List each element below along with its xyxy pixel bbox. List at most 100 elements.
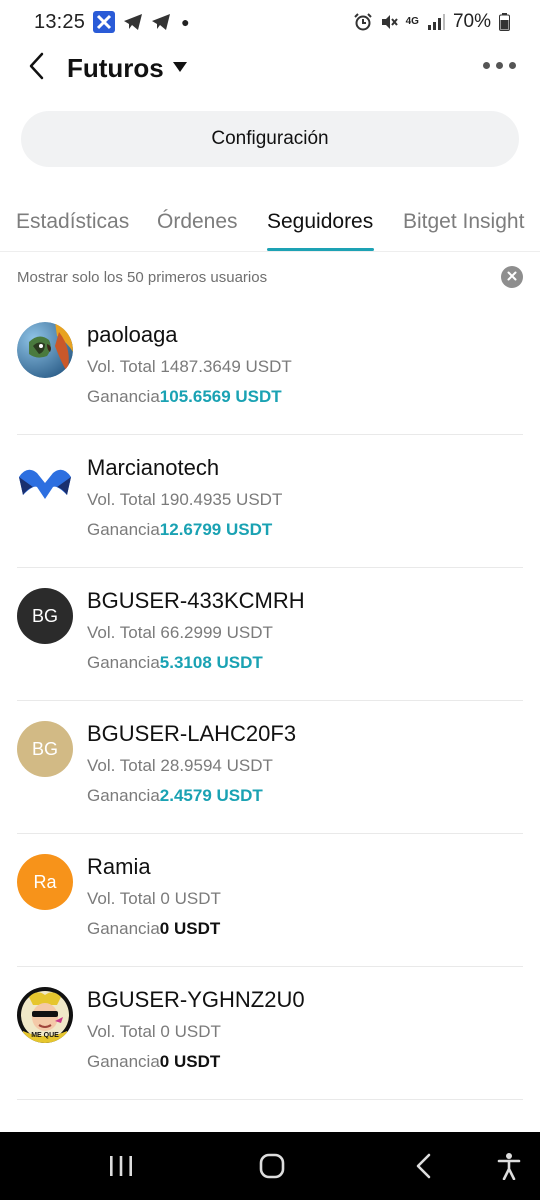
header: Futuros xyxy=(0,44,540,92)
profit-label: Ganancia xyxy=(87,520,160,539)
follower-info: BGUSER-LAHC20F3 Vol. Total 28.9594 USDT … xyxy=(87,721,296,807)
follower-row[interactable]: BG BGUSER-LAHC20F3 Vol. Total 28.9594 US… xyxy=(17,701,523,834)
tab-seguidores[interactable]: Seguidores xyxy=(267,210,373,234)
profit-label: Ganancia xyxy=(87,653,160,672)
profit-label: Ganancia xyxy=(87,919,160,938)
volume-label: Vol. Total xyxy=(87,357,156,376)
caret-down-icon xyxy=(172,60,188,78)
config-button[interactable]: Configuración xyxy=(21,111,519,167)
status-bar-right: 4G 70% xyxy=(353,11,510,33)
alarm-icon xyxy=(353,13,372,31)
status-bar-left: 13:25 ● xyxy=(34,11,190,34)
profit-value: 0 USDT xyxy=(159,1052,221,1071)
avatar: BG xyxy=(17,588,73,644)
tab-estadisticas[interactable]: Estadísticas xyxy=(16,210,129,234)
avatar: ME QUE xyxy=(17,987,73,1043)
m-logo-icon xyxy=(19,469,71,499)
status-time: 13:25 xyxy=(34,10,86,33)
battery-icon xyxy=(499,13,510,31)
tab-bitget-insight[interactable]: Bitget Insight xyxy=(403,210,524,234)
avatar: Ra xyxy=(17,854,73,910)
follower-profit: Ganancia0 USDT xyxy=(87,918,221,940)
system-nav-bar xyxy=(0,1132,540,1200)
follower-info: paoloaga Vol. Total 1487.3649 USDT Ganan… xyxy=(87,322,292,408)
volume-value: 66.2999 USDT xyxy=(160,623,273,642)
follower-profit: Ganancia0 USDT xyxy=(87,1051,305,1073)
more-dots-icon xyxy=(496,62,503,69)
follower-row[interactable]: Marcianotech Vol. Total 190.4935 USDT Ga… xyxy=(17,435,523,568)
page-title: Futuros xyxy=(67,53,164,83)
volume-value: 0 USDT xyxy=(160,889,221,908)
follower-volume: Vol. Total 0 USDT xyxy=(87,1021,305,1043)
meme-cartoon-icon: ME QUE xyxy=(18,988,72,1043)
accessibility-icon xyxy=(497,1153,521,1184)
more-dots-icon xyxy=(483,62,490,69)
app-x-icon xyxy=(93,11,116,33)
svg-text:ME QUE: ME QUE xyxy=(31,1032,59,1039)
tab-ordenes[interactable]: Órdenes xyxy=(157,210,238,234)
back-icon xyxy=(414,1153,432,1183)
notification-dot-icon: ● xyxy=(181,14,190,30)
follower-profit: Ganancia105.6569 USDT xyxy=(87,386,292,408)
parrot-photo-icon xyxy=(17,322,73,378)
profit-value: 12.6799 USDT xyxy=(159,520,273,539)
follower-info: Ramia Vol. Total 0 USDT Ganancia0 USDT xyxy=(87,854,221,940)
follower-profit: Ganancia5.3108 USDT xyxy=(87,652,305,674)
volume-value: 190.4935 USDT xyxy=(160,490,283,509)
follower-volume: Vol. Total 66.2999 USDT xyxy=(87,622,305,644)
profit-value: 5.3108 USDT xyxy=(159,653,263,672)
avatar xyxy=(17,322,73,378)
profit-value: 2.4579 USDT xyxy=(159,786,263,805)
profit-label: Ganancia xyxy=(87,387,160,406)
chevron-left-icon xyxy=(28,52,44,85)
follower-profit: Ganancia12.6799 USDT xyxy=(87,519,282,541)
avatar-initials: Ra xyxy=(33,871,57,892)
avatar: BG xyxy=(17,721,73,777)
active-tab-indicator xyxy=(267,248,374,251)
mute-icon xyxy=(380,13,398,31)
more-dots-icon xyxy=(509,62,516,69)
signal-icon xyxy=(427,14,445,30)
followers-list: paoloaga Vol. Total 1487.3649 USDT Ganan… xyxy=(0,302,540,1100)
status-bar: 13:25 ● 4G 70% xyxy=(0,0,540,44)
title-dropdown[interactable]: Futuros xyxy=(67,53,188,84)
network-4g-icon: 4G xyxy=(406,17,419,27)
avatar-initials: BG xyxy=(31,605,58,626)
follower-volume: Vol. Total 190.4935 USDT xyxy=(87,489,282,511)
volume-label: Vol. Total xyxy=(87,623,156,642)
accessibility-button[interactable] xyxy=(497,1152,521,1185)
follower-name: BGUSER-LAHC20F3 xyxy=(87,721,297,746)
recent-apps-button[interactable] xyxy=(108,1154,134,1183)
profit-label: Ganancia xyxy=(87,786,160,805)
battery-percent: 70% xyxy=(452,11,491,32)
follower-name: BGUSER-YGHNZ2U0 xyxy=(87,987,305,1012)
avatar xyxy=(17,455,73,511)
volume-label: Vol. Total xyxy=(87,756,156,775)
avatar-initials: BG xyxy=(31,738,58,759)
follower-info: BGUSER-433KCMRH Vol. Total 66.2999 USDT … xyxy=(87,588,305,674)
volume-label: Vol. Total xyxy=(87,1022,156,1041)
follower-name: Ramia xyxy=(87,854,151,879)
app-root: 13:25 ● 4G 70% Futuros Configuración Est… xyxy=(0,0,540,1200)
notice-bar: Mostrar solo los 50 primeros usuarios xyxy=(17,264,523,290)
follower-row[interactable]: paoloaga Vol. Total 1487.3649 USDT Ganan… xyxy=(17,302,523,435)
close-icon xyxy=(507,268,517,286)
follower-info: BGUSER-YGHNZ2U0 Vol. Total 0 USDT Gananc… xyxy=(87,987,305,1073)
telegram-icon xyxy=(151,13,171,31)
volume-label: Vol. Total xyxy=(87,889,156,908)
follower-volume: Vol. Total 1487.3649 USDT xyxy=(87,356,292,378)
system-back-button[interactable] xyxy=(414,1153,432,1184)
follower-volume: Vol. Total 0 USDT xyxy=(87,888,221,910)
recent-apps-icon xyxy=(108,1156,134,1182)
follower-row[interactable]: BG BGUSER-433KCMRH Vol. Total 66.2999 US… xyxy=(17,568,523,701)
home-button[interactable] xyxy=(259,1153,285,1184)
profit-label: Ganancia xyxy=(87,1052,160,1071)
follower-name: Marcianotech xyxy=(87,455,220,480)
home-icon xyxy=(259,1153,285,1183)
follower-row[interactable]: ME QUE BGUSER-YGHNZ2U0 Vol. Total 0 USDT… xyxy=(17,967,523,1100)
notice-close-button[interactable] xyxy=(501,266,523,288)
telegram-icon xyxy=(123,13,143,31)
back-button[interactable] xyxy=(22,52,50,84)
more-options-button[interactable] xyxy=(483,58,516,73)
follower-row[interactable]: Ra Ramia Vol. Total 0 USDT Ganancia0 USD… xyxy=(17,834,523,967)
